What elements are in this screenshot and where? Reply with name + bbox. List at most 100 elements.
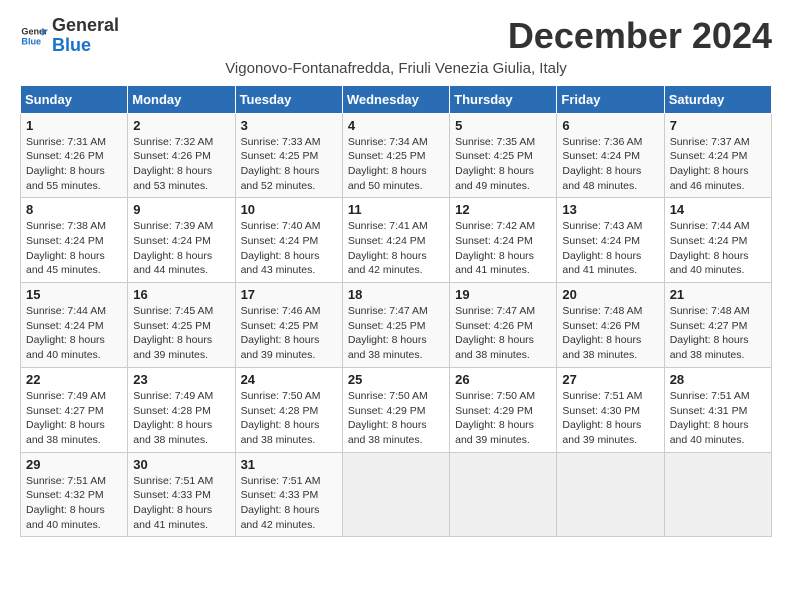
- calendar-body: 1 Sunrise: 7:31 AMSunset: 4:26 PMDaylight…: [21, 113, 772, 537]
- day-info: Sunrise: 7:49 AMSunset: 4:28 PMDaylight:…: [133, 389, 229, 448]
- week-row-5: 29 Sunrise: 7:51 AMSunset: 4:32 PMDayligh…: [21, 452, 772, 537]
- calendar-cell: 12 Sunrise: 7:42 AMSunset: 4:24 PMDayligh…: [450, 198, 557, 283]
- calendar-cell: 29 Sunrise: 7:51 AMSunset: 4:32 PMDayligh…: [21, 452, 128, 537]
- weekday-sunday: Sunday: [21, 85, 128, 113]
- day-number: 31: [241, 457, 337, 472]
- calendar-cell: 16Sunrise: 7:45 AMSunset: 4:25 PMDayligh…: [128, 283, 235, 368]
- day-number: 22: [26, 372, 122, 387]
- day-info: Sunrise: 7:44 AMSunset: 4:24 PMDaylight:…: [26, 304, 122, 363]
- day-info: Sunrise: 7:49 AMSunset: 4:27 PMDaylight:…: [26, 389, 122, 448]
- calendar-cell: 3 Sunrise: 7:33 AMSunset: 4:25 PMDaylight…: [235, 113, 342, 198]
- day-info: Sunrise: 7:51 AMSunset: 4:33 PMDaylight:…: [241, 474, 337, 533]
- day-info: Sunrise: 7:50 AMSunset: 4:29 PMDaylight:…: [348, 389, 444, 448]
- calendar-cell: 5 Sunrise: 7:35 AMSunset: 4:25 PMDaylight…: [450, 113, 557, 198]
- calendar-cell: [342, 452, 449, 537]
- day-number: 27: [562, 372, 658, 387]
- day-info: Sunrise: 7:40 AMSunset: 4:24 PMDaylight:…: [241, 219, 337, 278]
- svg-text:Blue: Blue: [21, 36, 41, 46]
- day-info: Sunrise: 7:33 AMSunset: 4:25 PMDaylight:…: [241, 135, 337, 194]
- day-number: 1: [26, 118, 122, 133]
- day-number: 26: [455, 372, 551, 387]
- day-info: Sunrise: 7:38 AMSunset: 4:24 PMDaylight:…: [26, 219, 122, 278]
- weekday-friday: Friday: [557, 85, 664, 113]
- calendar-cell: 15 Sunrise: 7:44 AMSunset: 4:24 PMDayligh…: [21, 283, 128, 368]
- day-info: Sunrise: 7:47 AMSunset: 4:26 PMDaylight:…: [455, 304, 551, 363]
- day-number: 15: [26, 287, 122, 302]
- day-info: Sunrise: 7:36 AMSunset: 4:24 PMDaylight:…: [562, 135, 658, 194]
- day-number: 23: [133, 372, 229, 387]
- calendar-cell: 28 Sunrise: 7:51 AMSunset: 4:31 PMDayligh…: [664, 367, 771, 452]
- weekday-saturday: Saturday: [664, 85, 771, 113]
- day-number: 28: [670, 372, 766, 387]
- day-info: Sunrise: 7:37 AMSunset: 4:24 PMDaylight:…: [670, 135, 766, 194]
- day-number: 25: [348, 372, 444, 387]
- day-info: Sunrise: 7:34 AMSunset: 4:25 PMDaylight:…: [348, 135, 444, 194]
- week-row-1: 1 Sunrise: 7:31 AMSunset: 4:26 PMDaylight…: [21, 113, 772, 198]
- day-number: 9: [133, 202, 229, 217]
- calendar-cell: 10 Sunrise: 7:40 AMSunset: 4:24 PMDayligh…: [235, 198, 342, 283]
- day-number: 6: [562, 118, 658, 133]
- calendar-cell: 18 Sunrise: 7:47 AMSunset: 4:25 PMDayligh…: [342, 283, 449, 368]
- logo-icon: General Blue: [20, 22, 48, 50]
- day-number: 17: [241, 287, 337, 302]
- calendar-cell: 13Sunrise: 7:43 AMSunset: 4:24 PMDayligh…: [557, 198, 664, 283]
- logo: General Blue General Blue: [20, 16, 119, 56]
- day-number: 18: [348, 287, 444, 302]
- day-number: 20: [562, 287, 658, 302]
- day-info: Sunrise: 7:41 AMSunset: 4:24 PMDaylight:…: [348, 219, 444, 278]
- day-info: Sunrise: 7:32 AMSunset: 4:26 PMDaylight:…: [133, 135, 229, 194]
- day-info: Sunrise: 7:46 AMSunset: 4:25 PMDaylight:…: [241, 304, 337, 363]
- calendar-cell: [557, 452, 664, 537]
- day-number: 16: [133, 287, 229, 302]
- day-number: 7: [670, 118, 766, 133]
- day-info: Sunrise: 7:47 AMSunset: 4:25 PMDaylight:…: [348, 304, 444, 363]
- calendar-cell: 1 Sunrise: 7:31 AMSunset: 4:26 PMDaylight…: [21, 113, 128, 198]
- calendar-cell: 8Sunrise: 7:38 AMSunset: 4:24 PMDaylight…: [21, 198, 128, 283]
- calendar-cell: 26 Sunrise: 7:50 AMSunset: 4:29 PMDayligh…: [450, 367, 557, 452]
- calendar-cell: 24Sunrise: 7:50 AMSunset: 4:28 PMDayligh…: [235, 367, 342, 452]
- day-number: 30: [133, 457, 229, 472]
- calendar-cell: 20Sunrise: 7:48 AMSunset: 4:26 PMDayligh…: [557, 283, 664, 368]
- day-number: 3: [241, 118, 337, 133]
- calendar-cell: 21Sunrise: 7:48 AMSunset: 4:27 PMDayligh…: [664, 283, 771, 368]
- day-number: 29: [26, 457, 122, 472]
- day-info: Sunrise: 7:50 AMSunset: 4:28 PMDaylight:…: [241, 389, 337, 448]
- calendar-cell: 30 Sunrise: 7:51 AMSunset: 4:33 PMDayligh…: [128, 452, 235, 537]
- day-number: 13: [562, 202, 658, 217]
- day-info: Sunrise: 7:51 AMSunset: 4:33 PMDaylight:…: [133, 474, 229, 533]
- week-row-4: 22 Sunrise: 7:49 AMSunset: 4:27 PMDayligh…: [21, 367, 772, 452]
- day-number: 10: [241, 202, 337, 217]
- week-row-2: 8Sunrise: 7:38 AMSunset: 4:24 PMDaylight…: [21, 198, 772, 283]
- calendar-cell: 17 Sunrise: 7:46 AMSunset: 4:25 PMDayligh…: [235, 283, 342, 368]
- calendar-cell: 27Sunrise: 7:51 AMSunset: 4:30 PMDayligh…: [557, 367, 664, 452]
- weekday-tuesday: Tuesday: [235, 85, 342, 113]
- week-row-3: 15 Sunrise: 7:44 AMSunset: 4:24 PMDayligh…: [21, 283, 772, 368]
- day-info: Sunrise: 7:50 AMSunset: 4:29 PMDaylight:…: [455, 389, 551, 448]
- calendar-cell: 25 Sunrise: 7:50 AMSunset: 4:29 PMDayligh…: [342, 367, 449, 452]
- day-info: Sunrise: 7:31 AMSunset: 4:26 PMDaylight:…: [26, 135, 122, 194]
- title-block: December 2024: [508, 16, 772, 56]
- calendar-cell: 7 Sunrise: 7:37 AMSunset: 4:24 PMDaylight…: [664, 113, 771, 198]
- day-info: Sunrise: 7:42 AMSunset: 4:24 PMDaylight:…: [455, 219, 551, 278]
- day-number: 4: [348, 118, 444, 133]
- calendar-cell: 23 Sunrise: 7:49 AMSunset: 4:28 PMDayligh…: [128, 367, 235, 452]
- weekday-monday: Monday: [128, 85, 235, 113]
- calendar-cell: 14 Sunrise: 7:44 AMSunset: 4:24 PMDayligh…: [664, 198, 771, 283]
- day-info: Sunrise: 7:51 AMSunset: 4:31 PMDaylight:…: [670, 389, 766, 448]
- day-number: 14: [670, 202, 766, 217]
- day-info: Sunrise: 7:35 AMSunset: 4:25 PMDaylight:…: [455, 135, 551, 194]
- day-number: 11: [348, 202, 444, 217]
- page-header: General Blue General Blue December 2024: [20, 16, 772, 56]
- calendar-cell: 4 Sunrise: 7:34 AMSunset: 4:25 PMDaylight…: [342, 113, 449, 198]
- day-number: 12: [455, 202, 551, 217]
- day-info: Sunrise: 7:44 AMSunset: 4:24 PMDaylight:…: [670, 219, 766, 278]
- calendar-cell: 11 Sunrise: 7:41 AMSunset: 4:24 PMDayligh…: [342, 198, 449, 283]
- calendar-cell: [664, 452, 771, 537]
- day-info: Sunrise: 7:51 AMSunset: 4:32 PMDaylight:…: [26, 474, 122, 533]
- day-number: 5: [455, 118, 551, 133]
- calendar-cell: 9Sunrise: 7:39 AMSunset: 4:24 PMDaylight…: [128, 198, 235, 283]
- calendar-cell: 19 Sunrise: 7:47 AMSunset: 4:26 PMDayligh…: [450, 283, 557, 368]
- day-number: 19: [455, 287, 551, 302]
- subtitle: Vigonovo-Fontanafredda, Friuli Venezia G…: [20, 60, 772, 77]
- calendar-cell: 22 Sunrise: 7:49 AMSunset: 4:27 PMDayligh…: [21, 367, 128, 452]
